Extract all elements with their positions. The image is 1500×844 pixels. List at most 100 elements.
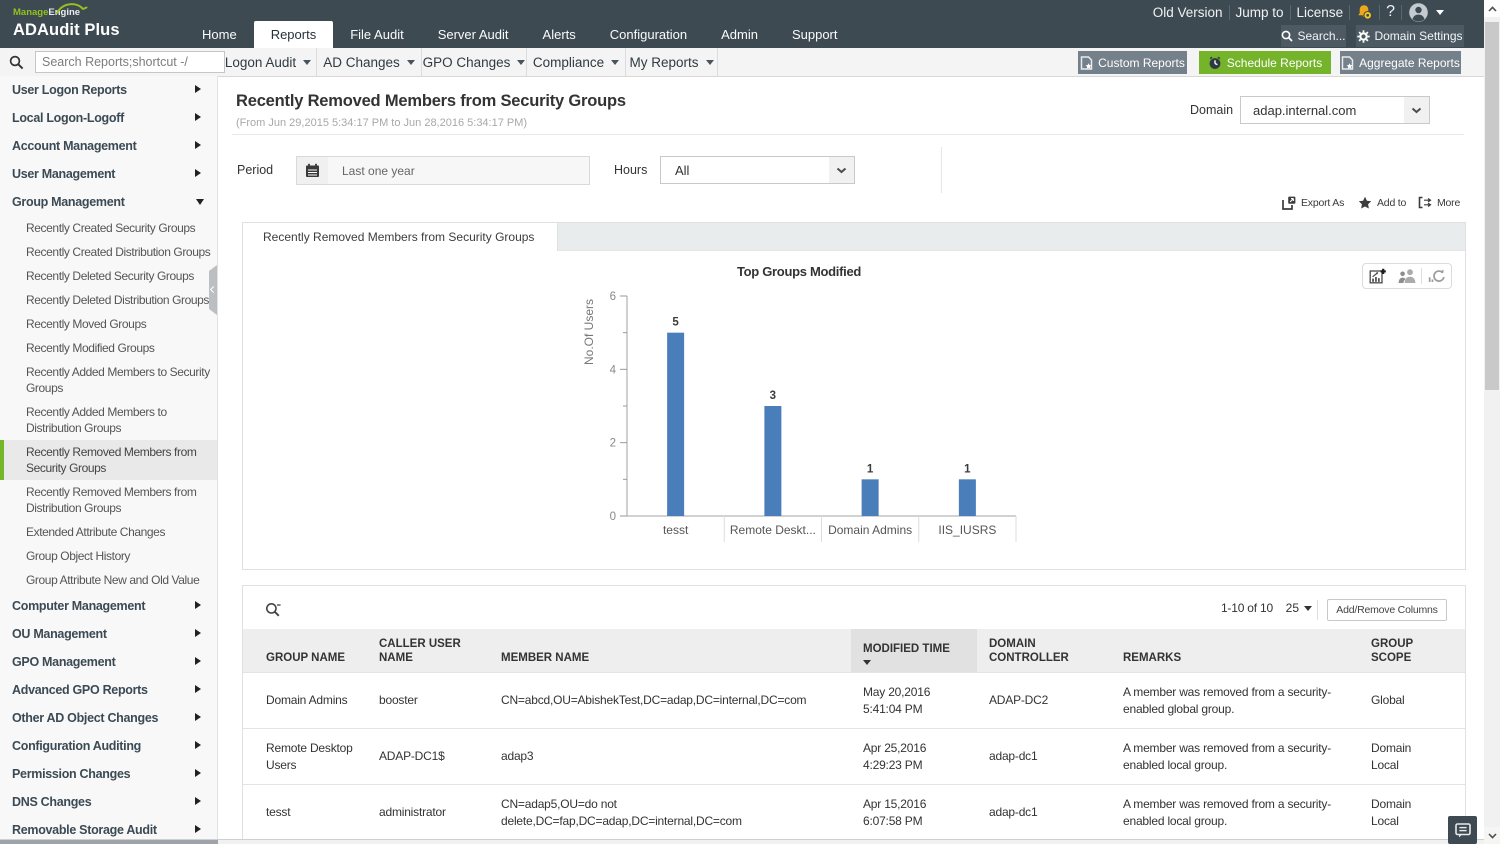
sidebar-group-group-management[interactable]: Group Management <box>0 188 217 216</box>
cell-domain: ADAP-DC2 <box>977 683 1111 718</box>
chat-bubble-icon <box>1455 823 1471 838</box>
bar-remote-deskt[interactable] <box>764 406 781 516</box>
sidebar-item-recently-deleted-distribution-groups[interactable]: Recently Deleted Distribution Groups <box>0 288 217 312</box>
sidebar-item-group-object-history[interactable]: Group Object History <box>0 544 217 568</box>
license-link[interactable]: License <box>1291 0 1350 24</box>
add-remove-columns-button[interactable]: Add/Remove Columns <box>1327 599 1447 621</box>
sidebar-item-recently-modified-groups[interactable]: Recently Modified Groups <box>0 336 217 360</box>
caret-right-icon <box>195 741 201 749</box>
menu-compliance[interactable]: Compliance <box>527 48 626 76</box>
nav-tab-server-audit[interactable]: Server Audit <box>421 21 526 48</box>
sidebar-group-dns-changes[interactable]: DNS Changes <box>0 788 217 816</box>
nav-tab-configuration[interactable]: Configuration <box>593 21 704 48</box>
nav-tab-admin[interactable]: Admin <box>704 21 775 48</box>
column-header-domain[interactable]: DOMAIN CONTROLLER <box>977 629 1111 672</box>
sidebar-group-removable-storage-audit[interactable]: Removable Storage Audit <box>0 816 217 840</box>
hours-select[interactable]: All <box>660 156 855 184</box>
column-header-caller-user[interactable]: CALLER USER NAME <box>367 629 489 672</box>
table-row-3[interactable]: tesstadministratorCN=adap5,OU=do not del… <box>243 784 1465 840</box>
nav-tab-alerts[interactable]: Alerts <box>526 21 593 48</box>
sidebar-group-computer-management[interactable]: Computer Management <box>0 592 217 620</box>
page-size-select[interactable]: 25 <box>1286 601 1312 615</box>
sidebar-item-recently-created-distribution-groups[interactable]: Recently Created Distribution Groups <box>0 240 217 264</box>
schedule-reports-button[interactable]: Schedule Reports <box>1199 51 1331 74</box>
table-panel: 1-10 of 10 25 Add/Remove Columns GROUP N… <box>242 585 1466 844</box>
sidebar-item-recently-added-members-to-security-groups[interactable]: Recently Added Members to Security Group… <box>0 360 217 400</box>
menu-logon-audit[interactable]: Logon Audit <box>220 48 317 76</box>
nav-tab-file-audit[interactable]: File Audit <box>333 21 420 48</box>
menu-gpo-changes[interactable]: GPO Changes <box>422 48 527 76</box>
column-header-group-name[interactable]: GROUP NAME <box>243 629 367 672</box>
calendar-button[interactable] <box>296 156 329 185</box>
sidebar-group-user-management[interactable]: User Management <box>0 160 217 188</box>
sidebar-search-icon[interactable] <box>9 55 24 70</box>
column-header-modified-time[interactable]: MODIFIED TIME <box>851 629 977 672</box>
notifications-button[interactable] <box>1350 0 1379 24</box>
add-chart-icon[interactable] <box>1363 264 1392 288</box>
sidebar-item-recently-created-security-groups[interactable]: Recently Created Security Groups <box>0 216 217 240</box>
hscrollbar-thumb[interactable] <box>0 840 218 844</box>
sidebar-group-configuration-auditing[interactable]: Configuration Auditing <box>0 732 217 760</box>
user-avatar-icon <box>1408 2 1429 23</box>
nav-tab-reports[interactable]: Reports <box>254 21 334 48</box>
horizontal-scrollbar[interactable] <box>0 839 1484 844</box>
bar-domain-admins[interactable] <box>862 479 879 516</box>
sidebar-group-account-management[interactable]: Account Management <box>0 132 217 160</box>
sidebar-item-group-attribute-new-and-old-value[interactable]: Group Attribute New and Old Value <box>0 568 217 592</box>
sidebar-item-recently-moved-groups[interactable]: Recently Moved Groups <box>0 312 217 336</box>
cell-remarks: A member was removed from a security- en… <box>1111 731 1359 783</box>
bar-tesst[interactable] <box>667 333 684 516</box>
table-row-2[interactable]: Remote Desktop UsersADAP-DC1$adap3Apr 25… <box>243 728 1465 784</box>
sidebar-group-local-logon-logoff[interactable]: Local Logon-Logoff <box>0 104 217 132</box>
sidebar-collapse-handle[interactable] <box>209 271 217 309</box>
sidebar-group-user-logon-reports[interactable]: User Logon Reports <box>0 76 217 104</box>
sidebar-group-permission-changes[interactable]: Permission Changes <box>0 760 217 788</box>
report-search-input[interactable] <box>35 51 225 73</box>
vertical-scrollbar[interactable] <box>1484 0 1500 844</box>
sidebar-item-recently-removed-members-from-security-groups[interactable]: Recently Removed Members from Security G… <box>0 440 217 480</box>
feedback-button[interactable] <box>1448 816 1477 844</box>
sidebar-group-ou-management[interactable]: OU Management <box>0 620 217 648</box>
chart-label: Remote Deskt... <box>730 523 816 537</box>
scrollbar-thumb[interactable] <box>1485 22 1499 390</box>
chart-label: 5 <box>672 317 679 329</box>
more-button[interactable]: More <box>1418 196 1460 209</box>
sidebar-item-recently-deleted-security-groups[interactable]: Recently Deleted Security Groups <box>0 264 217 288</box>
menu-my-reports[interactable]: My Reports <box>626 48 718 76</box>
user-menu-button[interactable] <box>1402 0 1450 24</box>
aggregate-reports-button[interactable]: Aggregate Reports <box>1340 51 1461 74</box>
period-field[interactable]: Last one year <box>328 156 590 185</box>
bar-chart: 02465tesst3Remote Deskt...1Domain Admins… <box>561 281 1061 561</box>
nav-tab-support[interactable]: Support <box>775 21 855 48</box>
bar-iis-iusrs[interactable] <box>959 479 976 516</box>
tab-recently-removed-members[interactable]: Recently Removed Members from Security G… <box>243 223 558 251</box>
calendar-icon <box>305 163 320 178</box>
old-version-link[interactable]: Old Version <box>1147 0 1229 24</box>
scroll-down-arrow[interactable] <box>1484 827 1500 844</box>
sidebar-item-extended-attribute-changes[interactable]: Extended Attribute Changes <box>0 520 217 544</box>
jump-to-link[interactable]: Jump to <box>1230 0 1290 24</box>
column-header-member-name[interactable]: MEMBER NAME <box>489 629 851 672</box>
sidebar-group-gpo-management[interactable]: GPO Management <box>0 648 217 676</box>
table-search-icon[interactable] <box>265 602 281 618</box>
chart-refresh-icon[interactable] <box>1422 264 1451 288</box>
add-to-button[interactable]: Add to <box>1358 196 1406 210</box>
column-header-remarks[interactable]: REMARKS <box>1111 629 1359 672</box>
menu-ad-changes[interactable]: AD Changes <box>317 48 422 76</box>
table-row-1[interactable]: Domain AdminsboosterCN=abcd,OU=AbishekTe… <box>243 672 1465 728</box>
help-button[interactable]: ? <box>1380 0 1401 24</box>
nav-tab-home[interactable]: Home <box>185 21 254 48</box>
people-icon[interactable] <box>1392 264 1421 288</box>
header-search-button[interactable]: Search... <box>1281 25 1346 47</box>
export-as-button[interactable]: Export As <box>1282 196 1344 210</box>
column-header-group[interactable]: GROUP SCOPE <box>1359 629 1465 672</box>
custom-reports-button[interactable]: Custom Reports <box>1078 51 1187 74</box>
sidebar-group-advanced-gpo-reports[interactable]: Advanced GPO Reports <box>0 676 217 704</box>
caret-down-icon <box>611 60 619 65</box>
scroll-up-arrow[interactable] <box>1484 0 1500 17</box>
sidebar-item-recently-removed-members-from-distribution-groups[interactable]: Recently Removed Members from Distributi… <box>0 480 217 520</box>
sidebar-item-recently-added-members-to-distribution-groups[interactable]: Recently Added Members to Distribution G… <box>0 400 217 440</box>
sidebar-group-other-ad-object-changes[interactable]: Other AD Object Changes <box>0 704 217 732</box>
domain-settings-button[interactable]: Domain Settings <box>1356 25 1464 47</box>
domain-select[interactable]: adap.internal.com <box>1240 96 1430 124</box>
